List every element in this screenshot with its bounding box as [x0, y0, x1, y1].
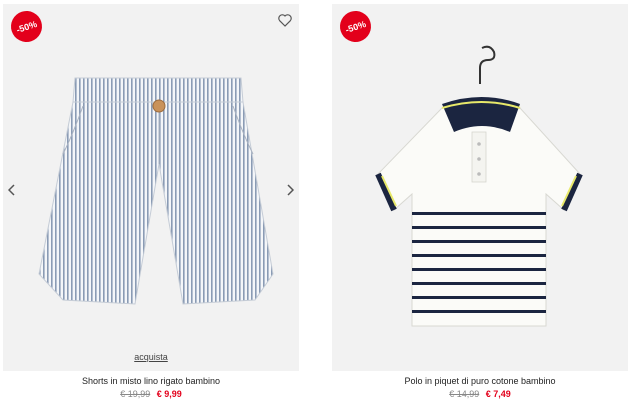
sale-price: € 7,49 [485, 389, 511, 399]
chevron-right-icon[interactable] [283, 180, 297, 200]
buy-link[interactable]: acquista [134, 352, 168, 362]
price-row: € 14,99 € 7,49 [332, 389, 628, 399]
old-price: € 19,99 [120, 389, 151, 399]
polo-illustration [375, 45, 583, 327]
chevron-left-icon[interactable] [5, 180, 19, 200]
product-card-polo[interactable]: -50% Polo in piquet di puro cotone bambi… [332, 0, 628, 408]
sale-price: € 9,99 [156, 389, 182, 399]
product-image-polo[interactable]: -50% [332, 4, 628, 371]
shorts-illustration [38, 77, 274, 305]
product-name[interactable]: Polo in piquet di puro cotone bambino [332, 376, 628, 386]
price-row: € 19,99 € 9,99 [3, 389, 299, 399]
product-card-shorts[interactable]: -50% acquista Shorts in misto lino rigat… [3, 0, 299, 408]
product-image-shorts[interactable]: -50% [3, 4, 299, 343]
old-price: € 14,99 [449, 389, 480, 399]
buy-strip: acquista [3, 343, 299, 371]
hanger-icon [479, 45, 496, 84]
heart-icon[interactable] [277, 12, 293, 28]
product-name[interactable]: Shorts in misto lino rigato bambino [3, 376, 299, 386]
